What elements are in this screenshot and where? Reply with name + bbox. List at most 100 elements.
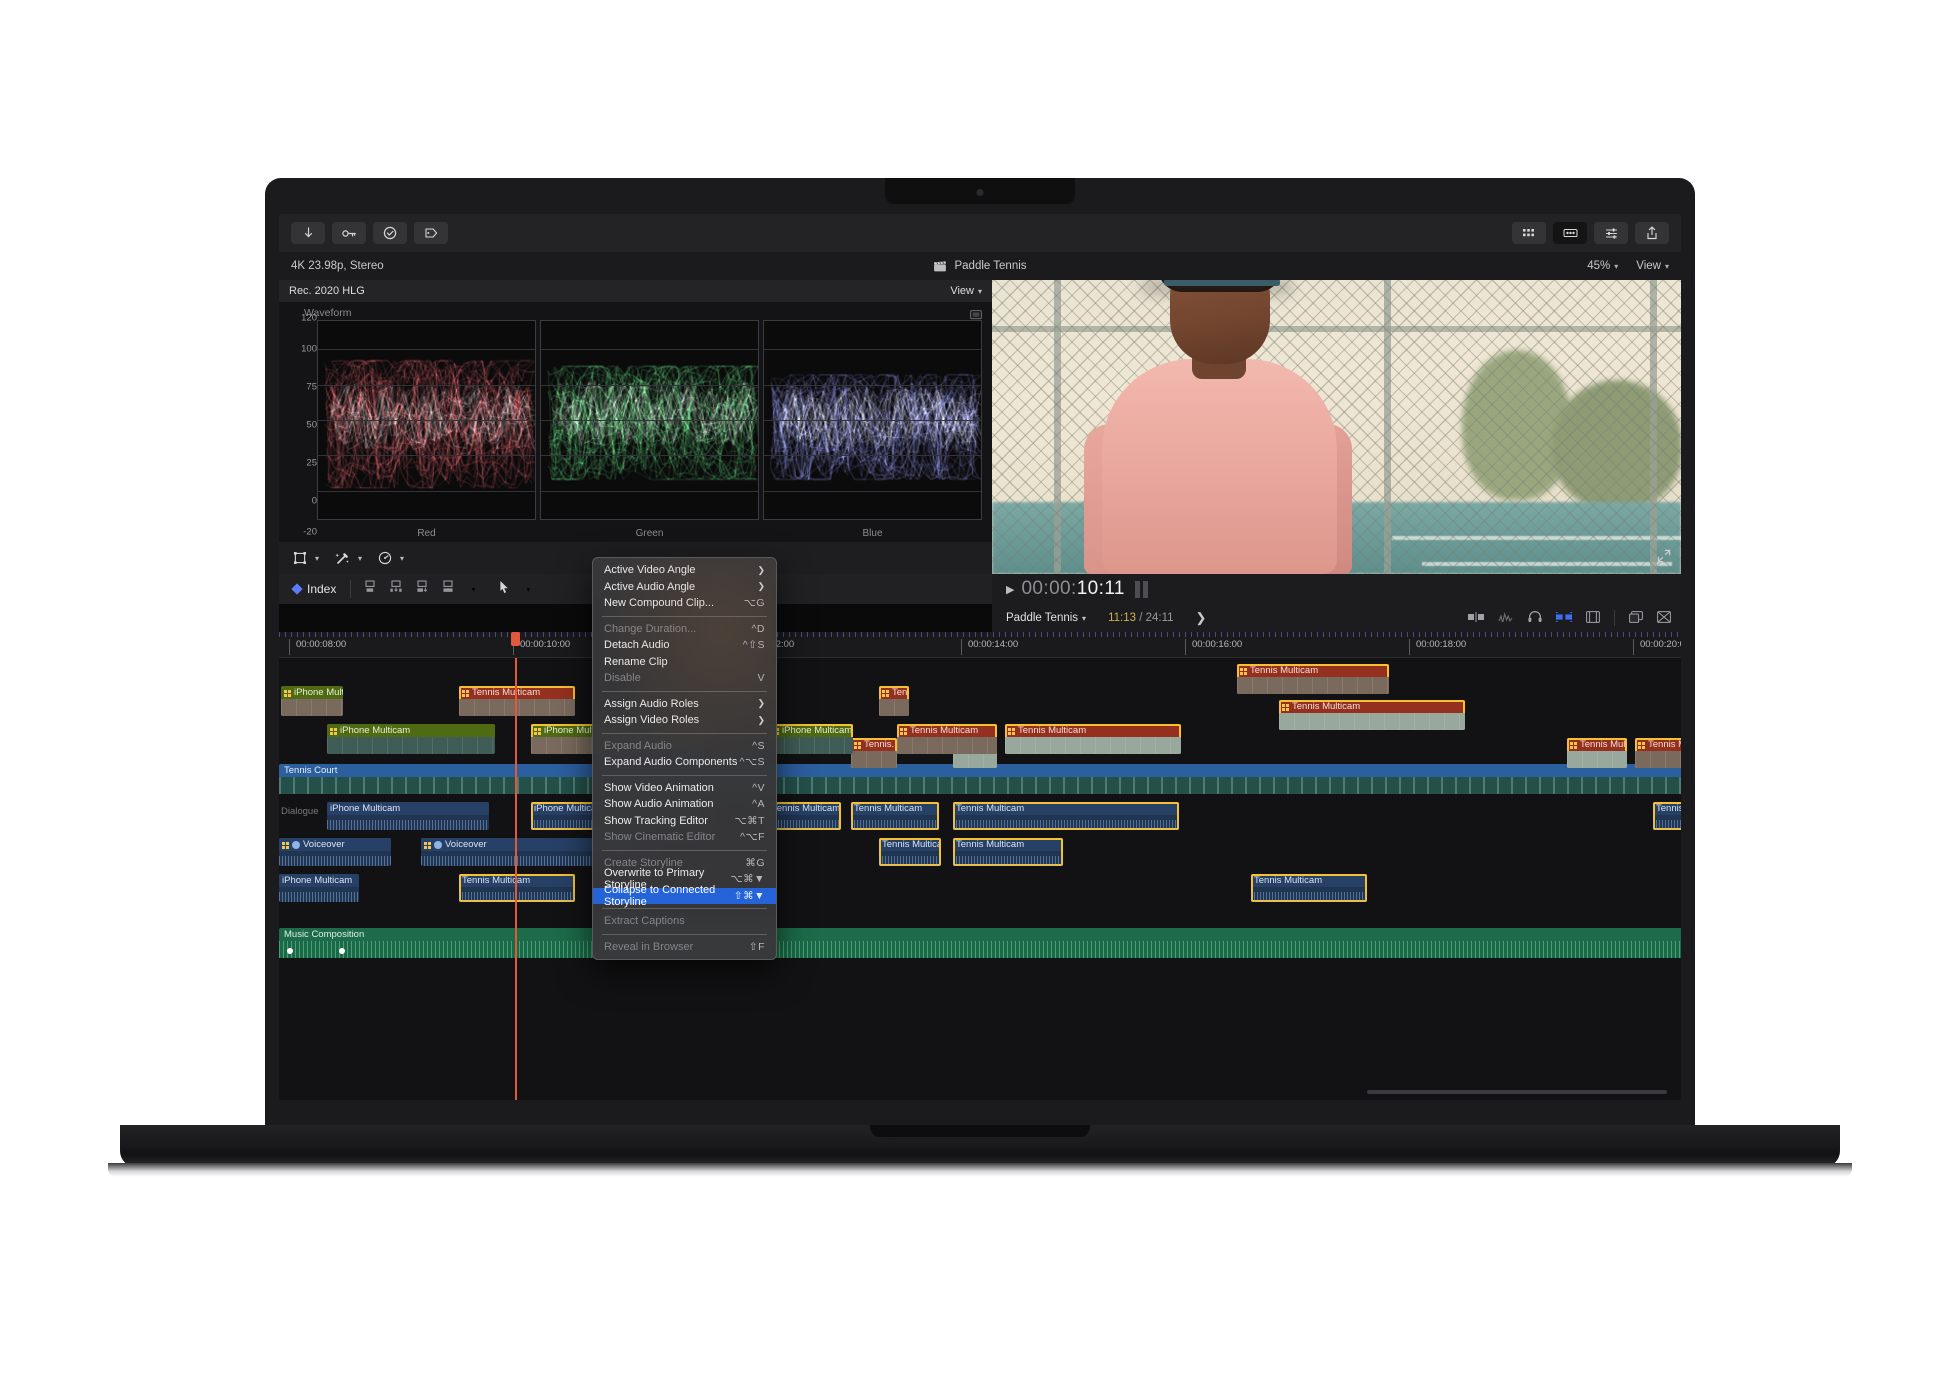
timeline-clip[interactable]: Tennis Multicam	[1005, 724, 1181, 754]
playhead[interactable]	[511, 632, 520, 1100]
viewer-timecode-row: ▶ 00:00: 10:11	[992, 574, 1681, 604]
timeline-clip[interactable]: Tennis Multicam	[1237, 664, 1389, 694]
playhead-handle[interactable]	[511, 632, 520, 646]
filmstrip-icon[interactable]	[1586, 610, 1600, 626]
timeline-next-arrow[interactable]: ❯	[1196, 610, 1207, 626]
menu-item[interactable]: Collapse to Connected Storyline ⇧⌘▼	[593, 884, 776, 908]
timeline-panel[interactable]: 00:00:08:0000:00:10:0000:00:12:0000:00:1…	[279, 632, 1681, 1100]
timeline-horizontal-scrollbar[interactable]	[1367, 1090, 1667, 1094]
timeline-clip[interactable]: Tennis...	[851, 738, 897, 768]
timeline-clip[interactable]: Tennis Multicam	[879, 686, 909, 716]
timeline-audio-clip[interactable]: Tennis Multicam	[1251, 874, 1367, 902]
menu-item-shortcut: ⌥⌘T	[734, 814, 765, 827]
timeline-clip[interactable]: Tennis Multicam	[897, 724, 997, 754]
timeline-audio-clip[interactable]: Tennis Multica...	[879, 838, 941, 866]
timeline-clip[interactable]: Tennis Mul...	[1567, 738, 1627, 768]
menu-item[interactable]: Show Video Animation ^V	[593, 780, 776, 797]
chevron-down-icon[interactable]: ▾	[471, 585, 475, 594]
multicam-icon	[1008, 727, 1015, 735]
menu-item: Reveal in Browser ⇧F	[593, 939, 776, 956]
timeline-clip[interactable]: iPhone Multicam	[327, 724, 495, 754]
menu-item[interactable]: Assign Audio Roles ❯	[593, 696, 776, 713]
connect-edit-button[interactable]	[363, 579, 377, 599]
retime-tool[interactable]: ▾	[378, 551, 404, 565]
append-edit-button[interactable]	[415, 579, 429, 599]
timeline-window-icon[interactable]	[1629, 610, 1643, 626]
timeline-audio-clip[interactable]: iPhone Multicam	[279, 874, 359, 902]
storyline[interactable]: Music Composition	[279, 928, 1681, 958]
menu-item[interactable]: New Compound Clip... ⌥G	[593, 595, 776, 612]
edit-buttons-group: ▾	[351, 579, 487, 599]
viewer-panel[interactable]	[992, 280, 1681, 574]
inspector-button[interactable]	[1594, 222, 1628, 244]
timeline-index-button[interactable]: Index	[279, 574, 350, 604]
play-icon[interactable]: ▶	[1006, 583, 1014, 596]
timeline-audio-clip[interactable]: Tennis Multicam	[459, 874, 575, 902]
transform-tool[interactable]: ▾	[293, 551, 319, 565]
enhance-tool[interactable]: ▾	[335, 551, 362, 566]
laptop-base-shadow	[108, 1163, 1852, 1177]
timeline-audio-clip[interactable]: Tennis Multicam	[769, 802, 841, 830]
timeline-clip[interactable]: Tennis Multicam	[1635, 738, 1681, 768]
import-media-button[interactable]	[291, 222, 325, 244]
tool-selector-group: ▾	[487, 580, 542, 599]
multicam-icon	[462, 689, 469, 697]
expand-viewer-icon[interactable]	[1657, 549, 1671, 568]
clip-appearance-icon[interactable]	[1556, 611, 1572, 625]
timeline-clips-area[interactable]: Tennis Court Music Composition iPhone Mult…	[279, 632, 1681, 1100]
tags-button[interactable]	[414, 222, 448, 244]
timeline-audio-clip[interactable]: Tennis Multic...	[1653, 802, 1681, 830]
submenu-arrow-icon: ❯	[757, 581, 765, 592]
audio-skimming-icon[interactable]	[1498, 611, 1514, 625]
timeline-ruler[interactable]: 00:00:08:0000:00:10:0000:00:12:0000:00:1…	[279, 632, 1681, 658]
clip-label: iPhone Multicam	[327, 802, 489, 815]
select-tool[interactable]	[499, 580, 510, 599]
viewer-view-dropdown[interactable]: View ▾	[1636, 260, 1669, 272]
trim-icon[interactable]	[1468, 611, 1484, 625]
close-timeline-icon[interactable]	[1657, 610, 1671, 626]
clip-context-menu[interactable]: Active Video Angle ❯ Active Audio Angle ❯ Ne…	[592, 557, 777, 960]
clip-thumbnails	[1635, 751, 1681, 768]
browser-view-button[interactable]	[1512, 222, 1546, 244]
multicam-icon	[882, 689, 889, 697]
storyline[interactable]: Tennis Court	[279, 764, 1681, 794]
menu-item[interactable]: Active Audio Angle ❯	[593, 579, 776, 596]
parade-label-green: Green	[635, 528, 664, 539]
share-button[interactable]	[1635, 222, 1669, 244]
insert-edit-button[interactable]	[389, 579, 403, 599]
timeline-audio-clip[interactable]: Tennis Multicam	[953, 838, 1063, 866]
menu-item-label: Show Cinematic Editor	[604, 831, 716, 844]
timeline-view-button[interactable]	[1553, 222, 1587, 244]
zoom-level-dropdown[interactable]: 45% ▾	[1587, 260, 1618, 272]
toolbar-left-group	[291, 222, 448, 244]
timeline-audio-clip[interactable]: Tennis Multicam	[953, 802, 1179, 830]
timeline-clip[interactable]: Tennis Multicam	[1279, 700, 1465, 730]
keyframe[interactable]	[339, 948, 345, 954]
solo-icon[interactable]	[1528, 610, 1542, 626]
timeline-audio-clip[interactable]: Tennis Multicam	[851, 802, 939, 830]
menu-separator	[602, 615, 767, 617]
timeline-audio-clip[interactable]: iPhone Multicam	[327, 802, 489, 830]
menu-item[interactable]: Rename Clip	[593, 654, 776, 671]
chevron-down-icon[interactable]: ▾	[526, 585, 530, 594]
menu-item[interactable]: Active Video Angle ❯	[593, 562, 776, 579]
timeline-audio-clip[interactable]: Voiceover	[279, 838, 391, 866]
analyze-button[interactable]	[373, 222, 407, 244]
timeline-clip[interactable]: iPhone Multi...	[281, 686, 343, 716]
keyframe[interactable]	[287, 948, 293, 954]
timeline-clip[interactable]: iPhone Multicam	[769, 724, 853, 754]
scopes-view-dropdown[interactable]: View ▾	[950, 285, 982, 297]
menu-item[interactable]: Show Audio Animation ^A	[593, 796, 776, 813]
menu-item-shortcut: ^D	[751, 622, 765, 635]
menu-item: Extract Captions	[593, 913, 776, 930]
keywords-button[interactable]	[332, 222, 366, 244]
overwrite-edit-button[interactable]	[441, 579, 455, 599]
timeline-clip[interactable]: Tennis Multicam	[459, 686, 575, 716]
ruler-timecode-mark: 00:00:20:00	[1633, 639, 1681, 655]
menu-item[interactable]: Assign Video Roles ❯	[593, 712, 776, 729]
menu-item[interactable]: Detach Audio ^⇧S	[593, 637, 776, 654]
menu-item[interactable]: Show Tracking Editor ⌥⌘T	[593, 813, 776, 830]
menu-item[interactable]: Expand Audio Components ^⌥S	[593, 754, 776, 771]
menu-item-shortcut: ⌥G	[743, 597, 765, 610]
timeline-clip-name[interactable]: Paddle Tennis ▾	[1006, 612, 1086, 624]
